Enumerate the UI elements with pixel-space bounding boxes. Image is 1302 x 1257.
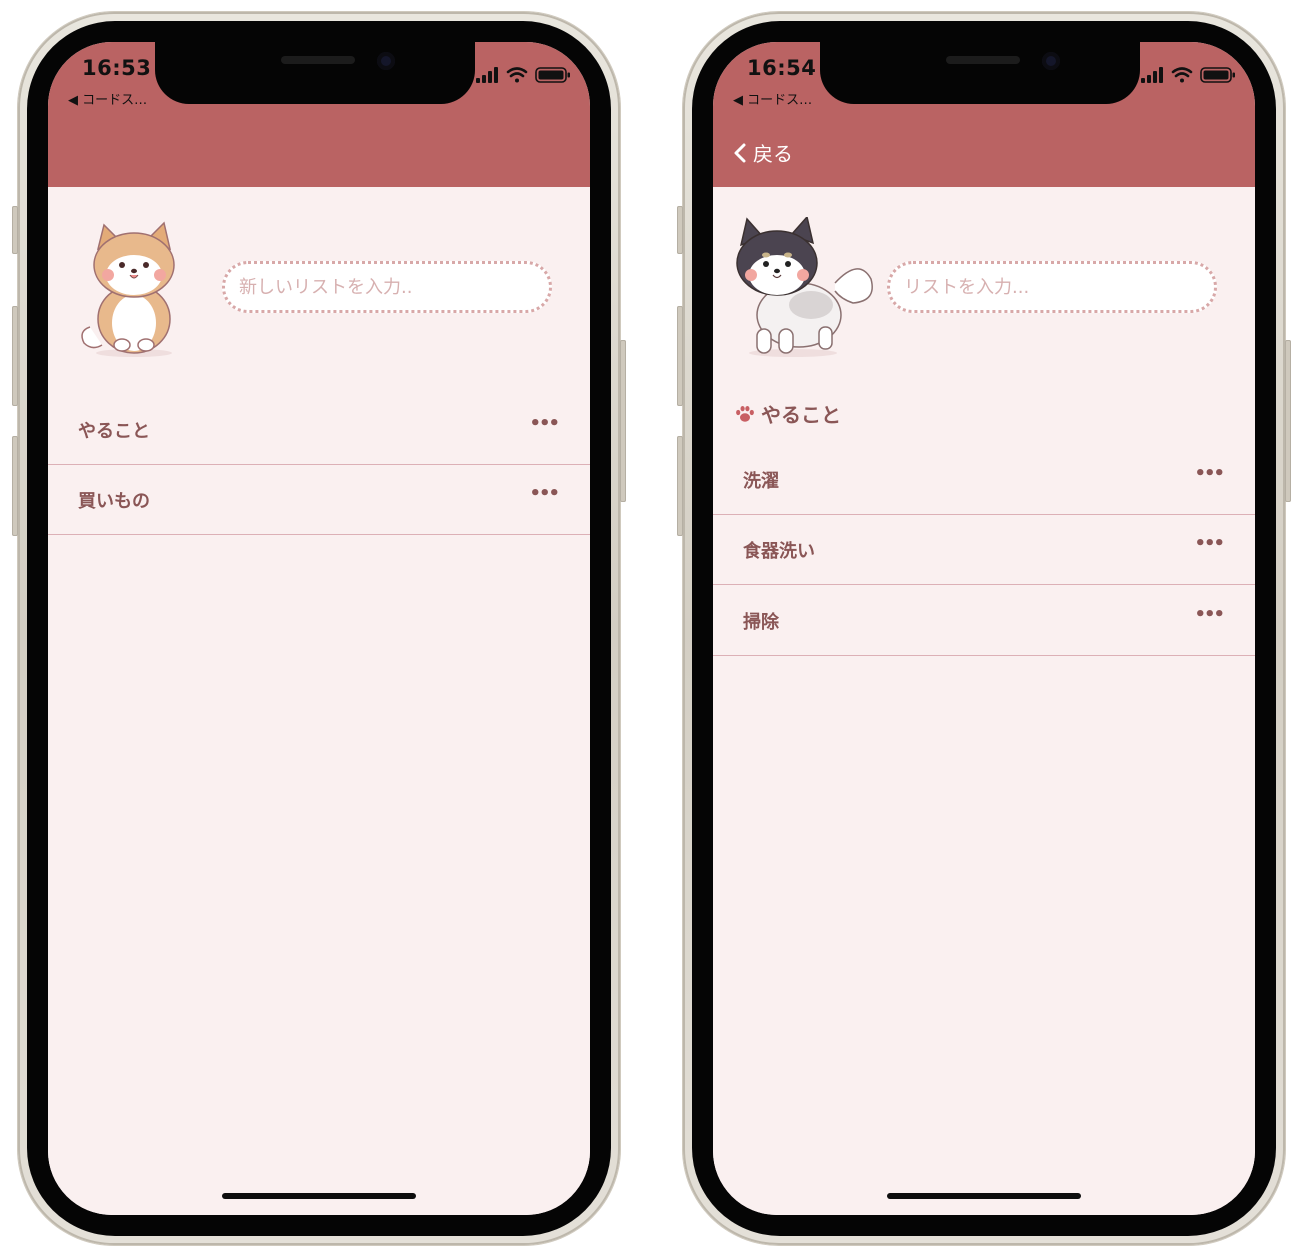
wifi-icon — [1171, 67, 1193, 83]
front-camera — [377, 52, 395, 70]
notch — [155, 42, 475, 104]
wifi-icon — [506, 67, 528, 83]
status-time: 16:54 — [747, 56, 817, 80]
signal-icon — [476, 67, 498, 83]
more-options-button[interactable]: ••• — [1194, 533, 1224, 554]
power-button — [620, 340, 626, 502]
screen: 16:54 ◀ コードス… 戻る リストを入力... やること 洗濯 ••• 食… — [713, 42, 1255, 1215]
back-to-app-link[interactable]: ◀ コードス… — [733, 89, 812, 108]
volume-down-button — [12, 436, 18, 536]
new-list-input[interactable] — [222, 261, 552, 313]
section-title-text: やること — [761, 403, 841, 427]
front-camera — [1042, 52, 1060, 70]
phone-left: 16:53 ◀ コードス… 新しいリストを入力.. やること ••• 買いもの … — [12, 12, 626, 1245]
volume-up-button — [677, 306, 683, 406]
shiba-inu-tan-icon — [81, 221, 175, 357]
list-row-label: やること — [78, 421, 150, 442]
task-row[interactable]: 食器洗い ••• — [713, 515, 1255, 585]
notch — [820, 42, 1140, 104]
more-options-button[interactable]: ••• — [529, 413, 559, 434]
status-time: 16:53 — [82, 56, 152, 80]
shiba-inu-black-icon — [736, 217, 873, 357]
task-row-label: 掃除 — [743, 612, 779, 633]
phone-right: 16:54 ◀ コードス… 戻る リストを入力... やること 洗濯 ••• 食… — [677, 12, 1291, 1245]
silent-switch — [12, 206, 18, 254]
volume-up-button — [12, 306, 18, 406]
task-row[interactable]: 洗濯 ••• — [713, 445, 1255, 515]
task-row-label: 洗濯 — [743, 471, 779, 492]
back-button-label: 戻る — [753, 142, 793, 166]
home-indicator[interactable] — [887, 1193, 1081, 1199]
list-row-label: 買いもの — [78, 491, 150, 512]
more-options-button[interactable]: ••• — [1194, 604, 1224, 625]
list-detail-screen: やること 洗濯 ••• 食器洗い ••• 掃除 ••• — [713, 187, 1255, 1215]
screen: 16:53 ◀ コードス… 新しいリストを入力.. やること ••• 買いもの … — [48, 42, 590, 1215]
list-row[interactable]: やること ••• — [48, 395, 590, 465]
list-screen: やること ••• 買いもの ••• — [48, 187, 590, 1215]
speaker-grille — [946, 56, 1020, 64]
list-row[interactable]: 買いもの ••• — [48, 465, 590, 535]
task-row[interactable]: 掃除 ••• — [713, 586, 1255, 656]
more-options-button[interactable]: ••• — [529, 483, 559, 504]
home-indicator[interactable] — [222, 1193, 416, 1199]
more-options-button[interactable]: ••• — [1194, 463, 1224, 484]
chevron-left-icon — [734, 143, 746, 162]
status-icons — [476, 67, 570, 83]
back-to-app-link[interactable]: ◀ コードス… — [68, 89, 147, 108]
paw-icon — [736, 405, 754, 422]
section-title: やること — [735, 399, 841, 428]
battery-icon — [535, 67, 570, 83]
status-icons — [1141, 67, 1235, 83]
signal-icon — [1141, 67, 1163, 83]
new-item-input[interactable] — [887, 261, 1217, 313]
silent-switch — [677, 206, 683, 254]
back-button[interactable]: 戻る — [733, 138, 793, 167]
volume-down-button — [677, 436, 683, 536]
speaker-grille — [281, 56, 355, 64]
task-row-label: 食器洗い — [743, 541, 815, 562]
battery-icon — [1200, 67, 1235, 83]
power-button — [1285, 340, 1291, 502]
